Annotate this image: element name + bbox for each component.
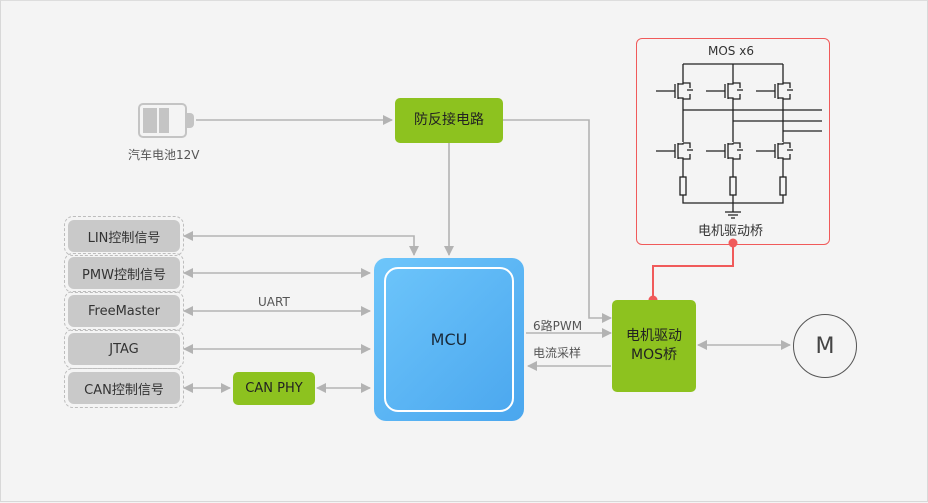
- uart-label: UART: [258, 295, 290, 309]
- motor-label: M: [815, 333, 835, 359]
- interface-can-label: CAN控制信号: [84, 382, 164, 398]
- interface-lin-label: LIN控制信号: [87, 230, 161, 246]
- interface-jtag-label: JTAG: [109, 341, 139, 357]
- motor-driver-line2: MOS桥: [631, 347, 677, 363]
- battery-icon: [138, 103, 194, 138]
- battery-label: 汽车电池12V: [128, 148, 200, 162]
- wire-lin: [183, 231, 419, 256]
- mcu-block[interactable]: MCU: [374, 258, 524, 421]
- motor-driver-line1: 电机驱动: [626, 328, 682, 344]
- mos-bridge-title: MOS x6: [708, 44, 754, 58]
- interface-can[interactable]: CAN控制信号: [64, 368, 184, 408]
- motor-driver-block[interactable]: 电机驱动 MOS桥: [612, 300, 696, 392]
- interface-pmw-label: PMW控制信号: [82, 267, 166, 283]
- interface-pmw[interactable]: PMW控制信号: [64, 253, 184, 293]
- can-phy-label: CAN PHY: [245, 381, 303, 396]
- interface-jtag[interactable]: JTAG: [64, 329, 184, 369]
- pwm-label: 6路PWM: [533, 319, 583, 333]
- interface-freemaster[interactable]: FreeMaster: [64, 291, 184, 331]
- wire-red-link: [652, 243, 734, 300]
- interface-freemaster-label: FreeMaster: [88, 303, 160, 319]
- reverse-protection-block[interactable]: 防反接电路: [395, 98, 503, 143]
- can-phy-block[interactable]: CAN PHY: [233, 372, 315, 405]
- current-sampling-label: 电流采样: [533, 346, 582, 360]
- mos-bridge-caption: 电机驱动桥: [698, 224, 764, 239]
- interface-lin[interactable]: LIN控制信号: [64, 216, 184, 256]
- mos-bridge-frame: [636, 38, 830, 245]
- reverse-protection-label: 防反接电路: [414, 112, 484, 128]
- mcu-label: MCU: [430, 330, 468, 349]
- motor-icon[interactable]: M: [793, 314, 857, 378]
